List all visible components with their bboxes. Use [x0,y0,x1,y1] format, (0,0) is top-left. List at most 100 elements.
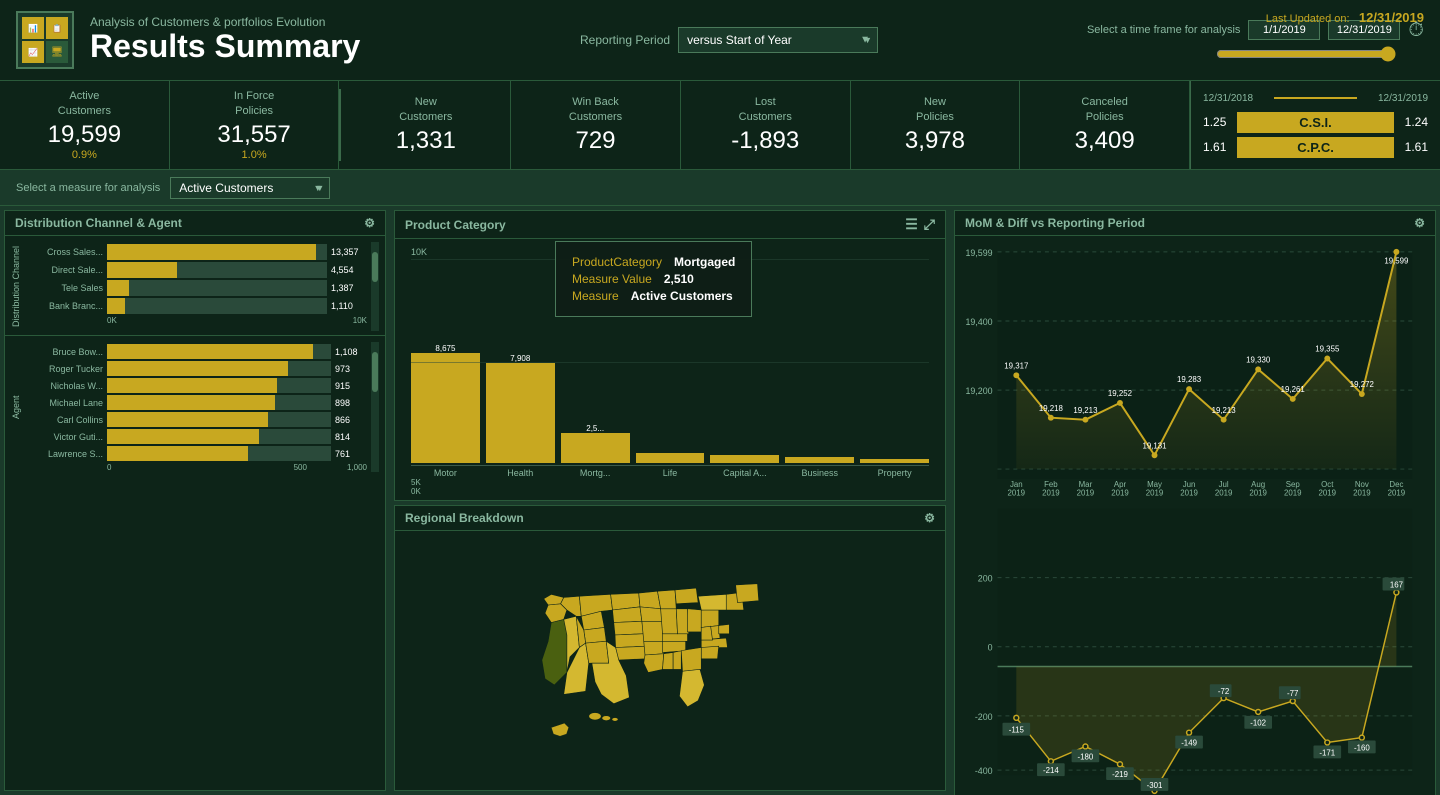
csi-area: 12/31/2018 12/31/2019 1.25 C.S.I. 1.24 1… [1190,81,1440,169]
csi-date-start: 12/31/2018 [1203,93,1268,104]
channel-row-4: Bank Branc... 1,110 [25,298,367,314]
svg-text:19,317: 19,317 [1004,361,1028,370]
svg-text:2019: 2019 [1353,489,1371,498]
agent-label: Agent [11,342,21,472]
expand-icon[interactable]: ⤢ [924,216,935,233]
last-updated-label: Last Updated on: [1266,13,1350,25]
svg-text:19,218: 19,218 [1039,404,1064,413]
time-frame-label: Select a time frame for analysis [1087,24,1240,36]
svg-text:-200: -200 [975,712,993,722]
svg-text:Mar: Mar [1079,480,1093,489]
kpi-value: 1,331 [353,127,498,155]
mom-icon[interactable]: ⚙ [1414,216,1425,230]
svg-text:Feb: Feb [1044,480,1058,489]
svg-text:Oct: Oct [1321,480,1334,489]
svg-text:19,261: 19,261 [1281,385,1305,394]
svg-text:19,213: 19,213 [1073,406,1098,415]
measure-select[interactable]: Active Customers New Customers Lost Cust… [170,177,330,199]
kpi-value: 3,978 [863,127,1008,155]
kpi-in-force: In ForcePolicies 31,557 1.0% [170,81,340,169]
svg-text:2019: 2019 [1215,489,1233,498]
kpi-new-customers: NewCustomers 1,331 [341,81,511,169]
svg-text:2019: 2019 [1008,489,1026,498]
agent-row-2: Roger Tucker 973 [25,361,367,376]
agent-row-5: Carl Collins 866 [25,412,367,427]
svg-text:2019: 2019 [1180,489,1198,498]
svg-text:19,599: 19,599 [1384,257,1408,266]
channel-row-2: Direct Sale... 4,554 [25,262,367,278]
svg-text:Jan: Jan [1010,480,1023,489]
kpi-sub: 1.0% [182,149,327,161]
svg-text:19,330: 19,330 [1246,355,1271,364]
svg-text:2019: 2019 [1388,489,1406,498]
svg-text:19,283: 19,283 [1177,375,1202,384]
kpi-value: 3,409 [1032,127,1177,155]
agent-row-4: Michael Lane 898 [25,395,367,410]
kpi-value: 19,599 [12,121,157,149]
kpi-win-back: Win BackCustomers 729 [511,81,681,169]
kpi-label: Win BackCustomers [523,95,668,124]
left-col: Distribution Channel & Agent ⚙ Distribut… [0,206,390,795]
svg-text:-160: -160 [1354,743,1370,752]
header: 📊 📋 📈 🖥 Analysis of Customers & portfoli… [0,0,1440,80]
reporting-period-area: Reporting Period versus Start of Year Mo… [580,27,878,53]
svg-text:200: 200 [978,574,993,584]
kpi-active-customers: ActiveCustomers 19,599 0.9% [0,81,170,169]
svg-text:Aug: Aug [1251,480,1265,489]
product-category-panel: Product Category ☰ ⤢ 10K 8,675 [394,210,946,501]
dist-channel-label: Distribution Channel [11,242,21,331]
reporting-select[interactable]: versus Start of Year Month over Month Ye… [678,27,878,53]
mid-col: Product Category ☰ ⤢ 10K 8,675 [390,206,950,795]
channel-row-1: Cross Sales... 13,357 [25,244,367,260]
last-updated: Last Updated on: 12/31/2019 [1266,10,1424,25]
svg-text:-214: -214 [1043,766,1059,775]
kpi-label: LostCustomers [693,95,838,124]
svg-text:2019: 2019 [1077,489,1095,498]
svg-text:19,131: 19,131 [1142,441,1166,450]
dist-icon[interactable]: ⚙ [364,216,375,230]
product-panel-header: Product Category ☰ ⤢ [395,211,945,239]
svg-text:19,400: 19,400 [965,317,992,327]
mom-line-chart: 19,599 19,400 19,200 [963,242,1427,795]
kpi-label: In ForcePolicies [182,89,327,118]
kpi-sub: 0.9% [12,149,157,161]
svg-text:2019: 2019 [1042,489,1060,498]
svg-text:-301: -301 [1147,781,1163,790]
svg-text:-115: -115 [1009,726,1025,735]
last-updated-date: 12/31/2019 [1359,10,1424,25]
table-icon[interactable]: ☰ [905,216,918,233]
header-logo: 📊 📋 📈 🖥 [16,11,74,69]
channel-scrollbar[interactable] [371,242,379,331]
mom-panel: MoM & Diff vs Reporting Period ⚙ 19,599 … [954,210,1436,795]
kpi-label: CanceledPolicies [1032,95,1177,124]
svg-text:-77: -77 [1287,689,1298,698]
svg-text:2019: 2019 [1249,489,1267,498]
svg-text:2019: 2019 [1111,489,1129,498]
kpi-label: NewPolicies [863,95,1008,124]
svg-text:Jul: Jul [1219,480,1229,489]
channel-row-3: Tele Sales 1,387 [25,280,367,296]
csi-date-end: 12/31/2019 [1363,93,1428,104]
svg-text:Apr: Apr [1114,480,1127,489]
measure-select-wrapper[interactable]: Active Customers New Customers Lost Cust… [170,177,330,199]
regional-icon[interactable]: ⚙ [924,511,935,525]
dist-panel: Distribution Channel & Agent ⚙ Distribut… [4,210,386,791]
csi-row-2: 1.61 C.P.C. 1.61 [1203,137,1428,158]
agent-scrollbar[interactable] [371,342,379,472]
regional-panel: Regional Breakdown ⚙ [394,505,946,792]
kpi-lost: LostCustomers -1,893 [681,81,851,169]
csi-val-start-2: 1.61 [1203,140,1231,154]
svg-text:-180: -180 [1078,752,1094,761]
kpi-bar: ActiveCustomers 19,599 0.9% In ForcePoli… [0,80,1440,170]
reporting-select-wrapper[interactable]: versus Start of Year Month over Month Ye… [678,27,878,53]
svg-text:Jun: Jun [1183,480,1196,489]
svg-text:-149: -149 [1181,738,1197,747]
mom-chart-area: 19,599 19,400 19,200 [955,236,1435,795]
svg-text:Dec: Dec [1389,480,1403,489]
time-slider[interactable] [1216,46,1396,62]
mom-header: MoM & Diff vs Reporting Period ⚙ [955,211,1435,236]
agent-row-6: Victor Guti... 814 [25,429,367,444]
svg-text:0: 0 [988,643,993,653]
kpi-label: NewCustomers [353,95,498,124]
agent-row-1: Bruce Bow... 1,108 [25,344,367,359]
